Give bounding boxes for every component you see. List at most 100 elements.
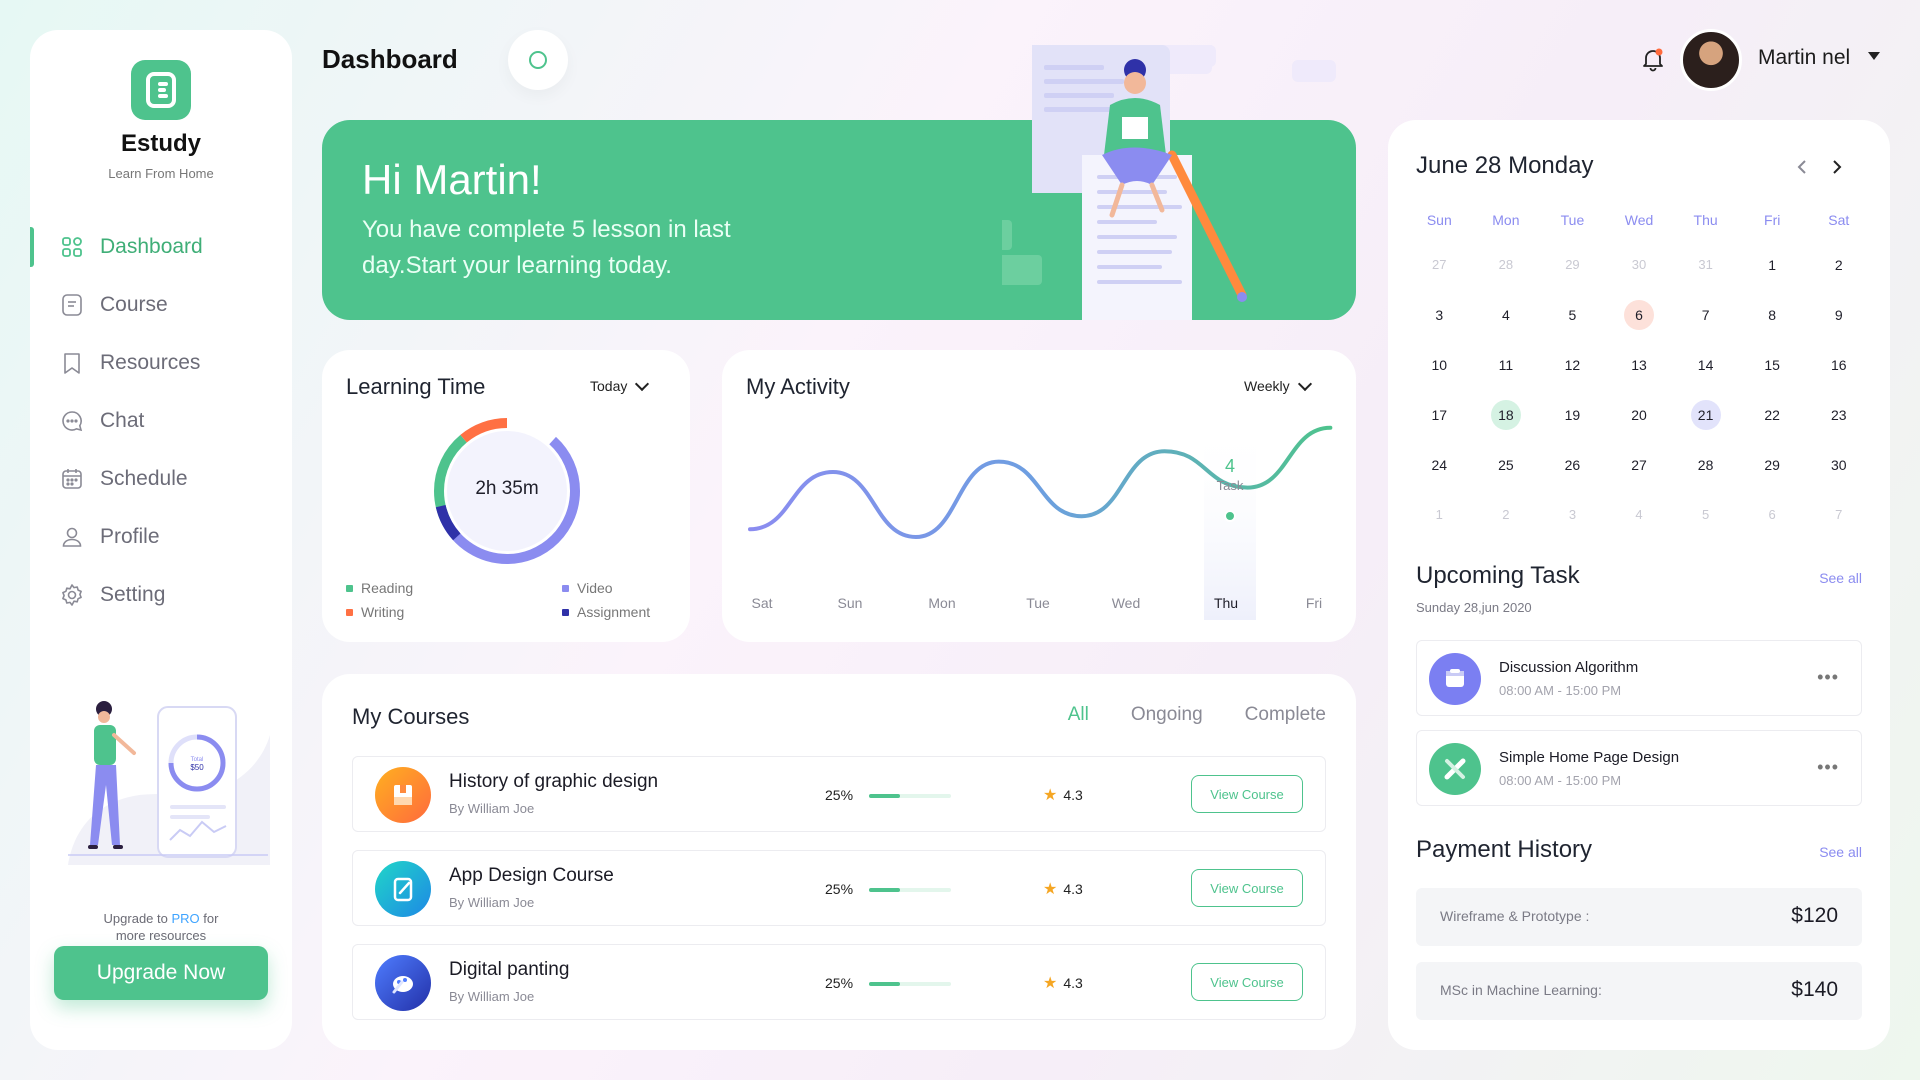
tab-ongoing[interactable]: Ongoing — [1131, 704, 1203, 726]
view-course-button[interactable]: View Course — [1191, 775, 1303, 813]
calendar-day[interactable]: 26 — [1557, 450, 1587, 480]
calendar-day[interactable]: 22 — [1757, 400, 1787, 430]
highlight-label: Task — [1217, 478, 1244, 493]
calendar-day[interactable]: 19 — [1557, 400, 1587, 430]
task-name: Simple Home Page Design — [1499, 749, 1680, 766]
calendar-day[interactable]: 11 — [1491, 350, 1521, 380]
calendar-day[interactable]: 2 — [1824, 250, 1854, 280]
calendar-day[interactable]: 30 — [1624, 250, 1654, 280]
sidebar-item-dashboard[interactable]: Dashboard — [30, 218, 292, 276]
learning-time-filter[interactable]: Today — [590, 376, 650, 394]
notification-bell-icon[interactable] — [1640, 46, 1666, 72]
upgrade-pro-link[interactable]: PRO — [171, 911, 199, 926]
upcoming-see-all-link[interactable]: See all — [1819, 570, 1862, 586]
chevron-down-icon[interactable] — [1868, 52, 1880, 60]
task-time: 08:00 AM - 15:00 PM — [1499, 683, 1622, 698]
calendar-day[interactable]: 7 — [1691, 300, 1721, 330]
course-row[interactable]: App Design Course By William Joe 25% ★ 4.… — [352, 850, 1326, 926]
sidebar-item-course[interactable]: Course — [30, 276, 292, 334]
calendar-day[interactable]: 21 — [1690, 400, 1721, 430]
calendar-day[interactable]: 5 — [1691, 500, 1721, 530]
view-course-button[interactable]: View Course — [1191, 869, 1303, 907]
more-options-icon[interactable]: ••• — [1817, 757, 1839, 778]
calendar-day[interactable]: 31 — [1691, 250, 1721, 280]
calendar-day[interactable]: 9 — [1824, 300, 1854, 330]
avatar[interactable] — [1680, 29, 1742, 91]
calendar-day[interactable]: 7 — [1824, 500, 1854, 530]
tab-complete[interactable]: Complete — [1245, 704, 1326, 726]
calendar-day[interactable]: 6 — [1624, 300, 1655, 330]
calendar-day[interactable]: 5 — [1557, 300, 1587, 330]
calendar-prev-button[interactable] — [1791, 156, 1813, 178]
calendar-day[interactable]: 29 — [1557, 250, 1587, 280]
sidebar-item-schedule[interactable]: Schedule — [30, 450, 292, 508]
sidebar-item-profile[interactable]: Profile — [30, 508, 292, 566]
calendar-day[interactable]: 28 — [1691, 450, 1721, 480]
more-options-icon[interactable]: ••• — [1817, 667, 1839, 688]
payment-see-all-link[interactable]: See all — [1819, 844, 1862, 860]
task-card[interactable]: Simple Home Page Design 08:00 AM - 15:00… — [1416, 730, 1862, 806]
welcome-banner: Hi Martin! You have complete 5 lesson in… — [322, 45, 1356, 320]
my-courses-title: My Courses — [352, 704, 470, 729]
task-name: Discussion Algorithm — [1499, 659, 1639, 676]
calendar-day[interactable]: 27 — [1624, 450, 1654, 480]
star-icon: ★ — [1043, 975, 1058, 992]
calendar-day[interactable]: 4 — [1491, 300, 1521, 330]
calendar-next-button[interactable] — [1826, 156, 1848, 178]
calendar-day[interactable]: 25 — [1491, 450, 1521, 480]
course-row[interactable]: Digital panting By William Joe 25% ★ 4.3 … — [352, 944, 1326, 1020]
task-card[interactable]: Discussion Algorithm 08:00 AM - 15:00 PM… — [1416, 640, 1862, 716]
calendar-day[interactable]: 20 — [1624, 400, 1654, 430]
legend-assignment: Assignment — [562, 604, 650, 620]
search-button[interactable] — [508, 30, 568, 90]
calendar-day[interactable]: 8 — [1757, 300, 1787, 330]
upgrade-prefix: Upgrade to — [103, 911, 172, 926]
upgrade-now-button[interactable]: Upgrade Now — [54, 946, 268, 1000]
course-row[interactable]: History of graphic design By William Joe… — [352, 756, 1326, 832]
sidebar-item-chat[interactable]: Chat — [30, 392, 292, 450]
calendar-day[interactable]: 1 — [1757, 250, 1787, 280]
calendar-day[interactable]: 24 — [1424, 450, 1454, 480]
calendar-title: June 28 Monday — [1416, 152, 1594, 179]
weekday-label: Tue — [1560, 212, 1585, 228]
calendar-day[interactable]: 16 — [1824, 350, 1854, 380]
calendar-day[interactable]: 17 — [1424, 400, 1454, 430]
calendar-day[interactable]: 6 — [1757, 500, 1787, 530]
tab-all[interactable]: All — [1068, 704, 1089, 726]
calendar-day[interactable]: 30 — [1824, 450, 1854, 480]
calendar-day[interactable]: 3 — [1557, 500, 1587, 530]
calendar-day[interactable]: 14 — [1691, 350, 1721, 380]
upcoming-date: Sunday 28,jun 2020 — [1416, 600, 1532, 615]
calendar-day[interactable]: 28 — [1491, 250, 1521, 280]
student-illustration — [1002, 45, 1336, 320]
calendar-day[interactable]: 18 — [1490, 400, 1521, 430]
legend-swatch — [346, 584, 353, 592]
calendar-icon — [62, 469, 82, 489]
calendar-day[interactable]: 2 — [1491, 500, 1521, 530]
user-name[interactable]: Martin nel — [1758, 46, 1850, 70]
calendar-day[interactable]: 29 — [1757, 450, 1787, 480]
calendar-day[interactable]: 4 — [1624, 500, 1654, 530]
course-name: App Design Course — [449, 865, 614, 886]
payment-row[interactable]: Wireframe & Prototype : $120 — [1416, 888, 1862, 946]
legend-label: Reading — [361, 580, 414, 596]
sidebar-item-resources[interactable]: Resources — [30, 334, 292, 392]
calendar-day[interactable]: 27 — [1424, 250, 1454, 280]
calendar-week: 3 4 5 6 7 8 9 — [1406, 290, 1872, 340]
calendar-day[interactable]: 3 — [1424, 300, 1454, 330]
user-icon — [62, 527, 82, 547]
calendar-day[interactable]: 12 — [1557, 350, 1587, 380]
calendar-day[interactable]: 13 — [1624, 350, 1654, 380]
payment-row[interactable]: MSc in Machine Learning: $140 — [1416, 962, 1862, 1020]
page-title: Dashboard — [322, 44, 458, 74]
calendar-grid: Sun Mon Tue Wed Thu Fri Sat 27 28 29 30 31 1 2 3 4 5 6 7 8… — [1406, 200, 1872, 540]
chat-icon — [62, 411, 83, 432]
view-course-button[interactable]: View Course — [1191, 963, 1303, 1001]
calendar-day[interactable]: 1 — [1424, 500, 1454, 530]
calendar-day[interactable]: 15 — [1757, 350, 1787, 380]
calendar-day[interactable]: 10 — [1424, 350, 1454, 380]
calendar-day[interactable]: 23 — [1824, 400, 1854, 430]
legend-video: Video — [562, 580, 613, 596]
logo-icon — [131, 60, 191, 120]
sidebar-item-setting[interactable]: Setting — [30, 566, 292, 624]
